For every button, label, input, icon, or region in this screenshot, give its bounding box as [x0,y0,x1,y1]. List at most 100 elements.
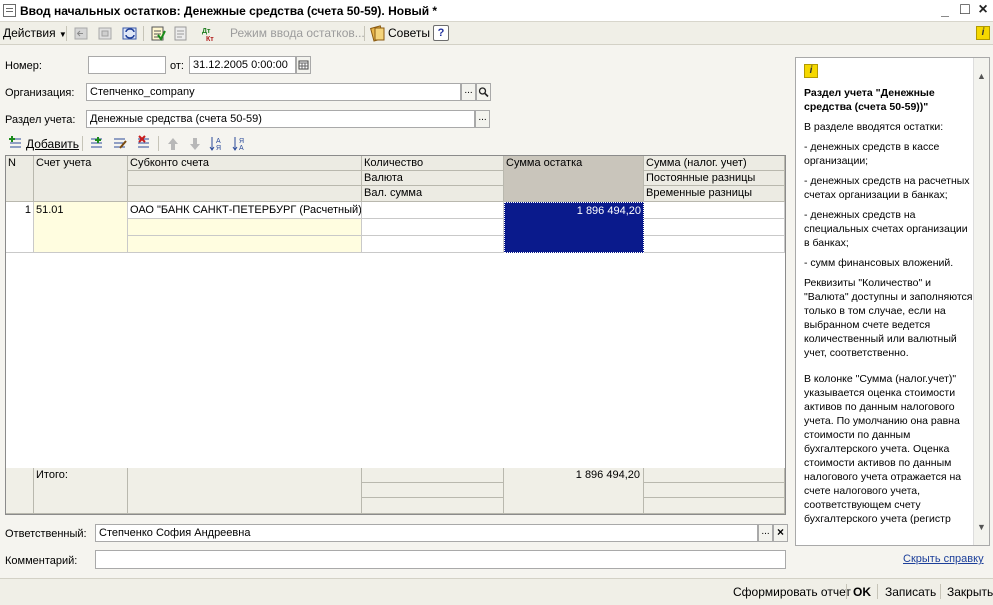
search-icon [478,87,489,98]
copy-disabled-icon[interactable] [96,25,114,42]
help-paragraph: В разделе вводятся остатки: [804,121,944,133]
svg-text:А: А [216,138,221,145]
toolbar-separator [158,136,159,151]
actions-menu[interactable]: Действия ▼ [3,25,67,42]
unpost-document-icon[interactable] [172,25,190,42]
bottom-separator [940,584,941,599]
calendar-button[interactable] [296,56,311,74]
hide-help-link[interactable]: Скрыть справку [903,553,984,565]
date-label: от: [170,60,184,72]
help-content: Раздел учета "Денежные средства (счета 5… [804,86,974,532]
help-paragraph: Реквизиты "Количество" и "Валюта" доступ… [804,277,973,359]
document-icon [3,4,16,17]
organization-select-button[interactable]: ... [461,83,476,101]
header-account[interactable]: Счет учета [34,156,128,202]
bottom-separator [877,584,878,599]
header-quantity[interactable]: Количество [362,156,504,171]
help-paragraph: В колонке "Сумма (налог.учет)" указывает… [804,373,962,525]
date-field[interactable]: 31.12.2005 0:00:00 [189,56,296,74]
table-cell-balance[interactable]: 1 896 494,20 [504,202,644,253]
organization-open-button[interactable] [476,83,491,101]
number-field[interactable] [88,56,166,74]
maximize-button[interactable]: □ [957,2,973,19]
input-mode-button[interactable]: Режим ввода остатков... [230,25,365,42]
footer-temporary-diff [644,498,785,514]
add-button[interactable]: Добавить [26,136,79,153]
toolbar-separator [82,136,83,151]
comment-label: Комментарий: [5,555,78,567]
number-label: Номер: [5,60,42,72]
tips-icon[interactable] [369,25,387,42]
header-constant-diff[interactable]: Постоянные разницы [644,171,785,186]
actions-label: Действия [3,26,56,40]
generate-report-button[interactable]: Сформировать отчет [733,584,851,600]
minimize-button[interactable]: _ [937,3,953,19]
table-cell-tax-sum[interactable] [644,202,785,219]
calendar-icon [298,60,309,70]
delete-row-icon[interactable] [135,135,153,152]
table-cell-currency-sum[interactable] [362,236,504,253]
table-cell-constant-diff[interactable] [644,219,785,236]
table-cell-subconto[interactable]: ОАО "БАНК САНКТ-ПЕТЕРБУРГ (Расчетный) [128,202,362,219]
post-document-icon[interactable] [149,25,167,42]
help-scrollbar[interactable]: ▲ ▼ [973,58,989,545]
header-n[interactable]: N [6,156,34,202]
table-cell-subconto-3[interactable] [128,236,362,253]
section-label: Раздел учета: [5,114,76,126]
header-temporary-diff[interactable]: Временные разницы [644,186,785,202]
ok-button[interactable]: OK [853,584,871,600]
help-paragraph: - денежных средств на расчетных счетах о… [804,175,970,201]
copy-row-icon[interactable] [88,135,106,152]
clear-icon: × [776,525,784,539]
close-form-button[interactable]: Закрыть [947,584,993,600]
refresh-icon[interactable] [121,25,139,42]
organization-field[interactable]: Степченко_company [86,83,461,101]
responsible-field[interactable]: Степченко София Андреевна [95,524,758,542]
table-cell-n[interactable]: 1 [6,202,34,253]
scroll-down-icon[interactable]: ▼ [977,523,986,532]
responsible-select-button[interactable]: ... [758,524,773,542]
header-subconto-3 [128,186,362,202]
header-currency-sum[interactable]: Вал. сумма [362,186,504,202]
move-down-icon[interactable] [186,135,204,152]
tips-button[interactable]: Советы [388,25,430,42]
sort-descending-icon[interactable]: ЯА [231,135,249,152]
svg-text:А: А [239,145,244,152]
svg-text:Дт: Дт [202,28,211,35]
move-up-icon[interactable] [164,135,182,152]
footer-currency-sum [362,498,504,514]
sort-ascending-icon[interactable]: АЯ [208,135,226,152]
info-icon[interactable]: i [976,26,990,40]
toolbar-separator [143,26,144,41]
header-tax-sum[interactable]: Сумма (налог. учет) [644,156,785,171]
responsible-clear-button[interactable]: × [773,524,788,542]
scroll-up-icon[interactable]: ▲ [977,72,986,81]
grid-toolbar: Добавить АЯ ЯА [0,133,790,154]
help-button[interactable]: ? [433,25,449,41]
section-field[interactable]: Денежные средства (счета 50-59) [86,110,475,128]
back-icon[interactable] [72,25,90,42]
header-currency[interactable]: Валюта [362,171,504,186]
table-cell-temporary-diff[interactable] [644,236,785,253]
header-subconto[interactable]: Субконто счета [128,156,362,171]
table-cell-subconto-2[interactable] [128,219,362,236]
table-cell-account[interactable]: 51.01 [34,202,128,253]
header-balance[interactable]: Сумма остатка [504,156,644,202]
organization-label: Организация: [5,87,75,99]
add-row-icon [7,135,25,152]
close-button[interactable]: × [975,2,991,19]
table-cell-currency[interactable] [362,219,504,236]
comment-field[interactable] [95,550,786,569]
section-select-button[interactable]: ... [475,110,490,128]
svg-text:Я: Я [216,145,221,152]
debit-credit-icon[interactable]: Дт Кт [200,25,218,42]
table-cell-quantity[interactable] [362,202,504,219]
footer-total-balance: 1 896 494,20 [504,468,644,514]
help-panel: i Раздел учета "Денежные средства (счета… [795,57,990,546]
footer-currency [362,483,504,498]
balances-table[interactable]: N Счет учета Субконто счета Количество В… [5,155,786,515]
edit-row-icon[interactable] [111,135,129,152]
help-paragraph: - сумм финансовых вложений. [804,257,954,269]
save-button[interactable]: Записать [885,584,936,600]
footer-subconto [128,468,362,514]
